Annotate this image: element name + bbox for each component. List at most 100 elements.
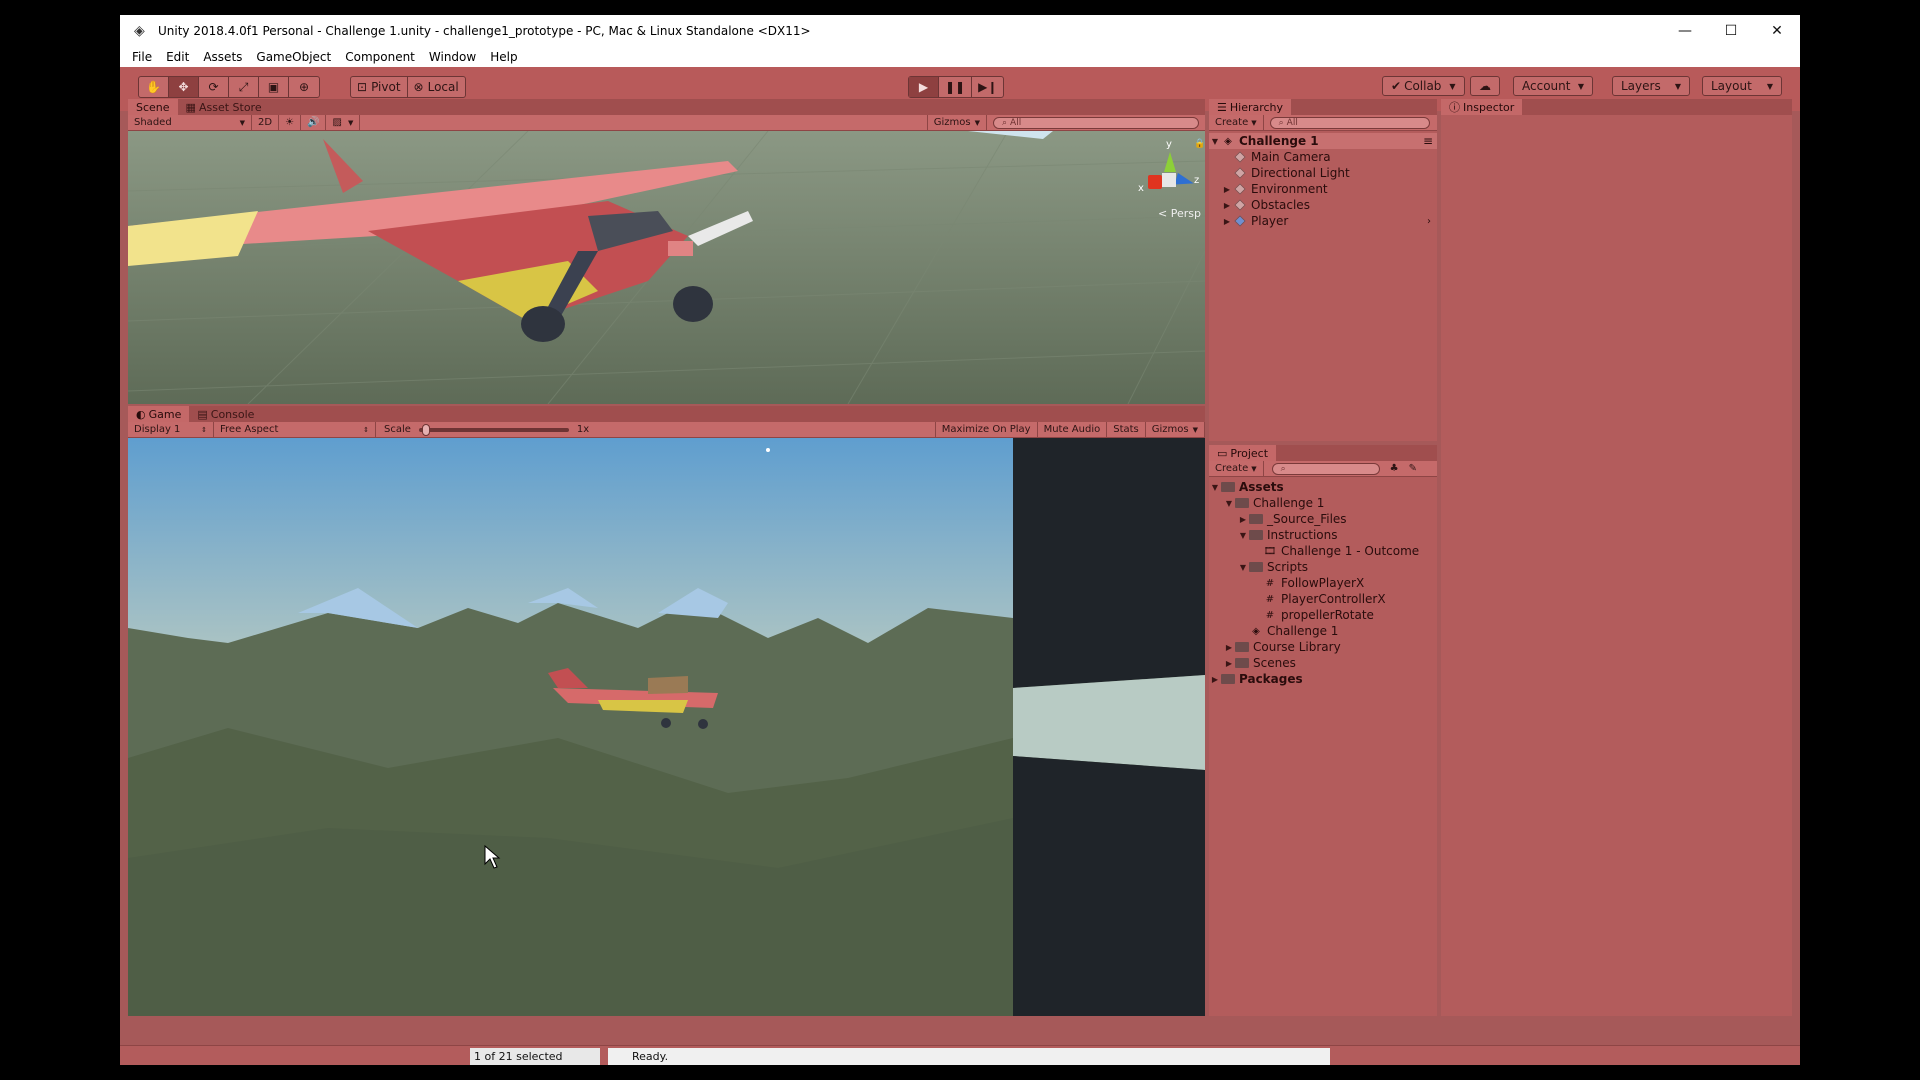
project-row-scenes[interactable]: ▶ Scenes bbox=[1209, 655, 1437, 671]
rotate-tool-button[interactable]: ⟳ bbox=[199, 77, 229, 97]
tab-inspector[interactable]: ⓘ Inspector bbox=[1441, 99, 1523, 115]
project-row-label: Scenes bbox=[1253, 656, 1296, 670]
hierarchy-search-input[interactable]: ⌕ All bbox=[1269, 116, 1430, 129]
maximize-button[interactable]: ☐ bbox=[1708, 15, 1754, 47]
expand-arrow-icon[interactable]: ▼ bbox=[1209, 137, 1221, 146]
expand-arrow-icon[interactable]: ▶ bbox=[1237, 515, 1249, 524]
effects-dropdown[interactable]: ▨ ▼ bbox=[326, 115, 361, 130]
account-dropdown[interactable]: Account ▼ bbox=[1513, 76, 1593, 96]
move-tool-button[interactable]: ✥ bbox=[169, 77, 199, 97]
scene-search-input[interactable]: ⌕ All bbox=[993, 116, 1199, 129]
project-search-input[interactable]: ⌕ bbox=[1271, 462, 1380, 475]
layers-dropdown[interactable]: Layers ▼ bbox=[1612, 76, 1690, 96]
hierarchy-item-directional-light[interactable]: Directional Light bbox=[1209, 165, 1437, 181]
expand-arrow-icon[interactable]: ▶ bbox=[1221, 217, 1233, 226]
mute-audio-toggle[interactable]: Mute Audio bbox=[1038, 422, 1108, 437]
menu-assets[interactable]: Assets bbox=[203, 50, 242, 64]
hierarchy-scene-row[interactable]: ▼ ◈ Challenge 1 ≡ bbox=[1209, 133, 1437, 149]
filter-label-icon[interactable]: ✎ bbox=[1409, 463, 1417, 474]
transform-tool-button[interactable]: ⊕ bbox=[289, 77, 319, 97]
cloud-button[interactable]: ☁ bbox=[1470, 76, 1500, 96]
expand-arrow-icon[interactable]: ▶ bbox=[1223, 659, 1235, 668]
filter-type-icon[interactable]: ♣ bbox=[1390, 463, 1399, 474]
hand-icon: ✋ bbox=[146, 80, 161, 94]
tab-project[interactable]: ▭ Project bbox=[1209, 445, 1277, 461]
hierarchy-item-player[interactable]: ▶ Player › bbox=[1209, 213, 1437, 229]
hierarchy-tabbar: ☰ Hierarchy bbox=[1209, 99, 1437, 115]
hierarchy-item-environment[interactable]: ▶ Environment bbox=[1209, 181, 1437, 197]
menu-component[interactable]: Component bbox=[345, 50, 415, 64]
scene-menu-icon[interactable]: ≡ bbox=[1423, 134, 1433, 148]
expand-arrow-icon[interactable]: ▼ bbox=[1237, 531, 1249, 540]
gizmo-x-cone[interactable] bbox=[1148, 175, 1162, 189]
project-row-scripts[interactable]: ▼ Scripts bbox=[1209, 559, 1437, 575]
scale-tool-button[interactable]: ⤢ bbox=[229, 77, 259, 97]
shading-dropdown[interactable]: Shaded ▼ bbox=[128, 115, 252, 130]
close-button[interactable]: ✕ bbox=[1754, 15, 1800, 47]
local-button[interactable]: ⊗ Local bbox=[408, 77, 465, 97]
step-button[interactable]: ▶❙ bbox=[972, 77, 1003, 97]
scene-viewport[interactable]: 🔒 y x z < Persp bbox=[128, 131, 1205, 404]
tab-asset-store[interactable]: ▦ Asset Store bbox=[178, 99, 270, 115]
gizmo-z-cone[interactable] bbox=[1174, 172, 1196, 190]
project-row-scene[interactable]: ◈ Challenge 1 bbox=[1209, 623, 1437, 639]
menu-edit[interactable]: Edit bbox=[166, 50, 189, 64]
stats-toggle[interactable]: Stats bbox=[1107, 422, 1146, 437]
rect-tool-button[interactable]: ▣ bbox=[259, 77, 289, 97]
maximize-on-play-toggle[interactable]: Maximize On Play bbox=[934, 422, 1038, 437]
project-row-challenge1[interactable]: ▼ Challenge 1 bbox=[1209, 495, 1437, 511]
project-row-assets[interactable]: ▼ Assets bbox=[1209, 479, 1437, 495]
aspect-dropdown[interactable]: Free Aspect ⇕ bbox=[214, 422, 376, 437]
pivot-button[interactable]: ⊡ Pivot bbox=[351, 77, 408, 97]
lock-icon[interactable]: 🔒 bbox=[1194, 139, 1205, 149]
pause-button[interactable]: ❚❚ bbox=[939, 77, 973, 97]
menu-file[interactable]: File bbox=[132, 50, 152, 64]
expand-arrow-icon[interactable]: ▶ bbox=[1221, 201, 1233, 210]
menu-help[interactable]: Help bbox=[490, 50, 517, 64]
project-create-dropdown[interactable]: Create ▼ bbox=[1209, 461, 1264, 476]
expand-arrow-icon[interactable]: ▶ bbox=[1209, 675, 1221, 684]
expand-arrow-icon[interactable]: ▼ bbox=[1223, 499, 1235, 508]
scale-slider-thumb[interactable] bbox=[421, 423, 430, 436]
minimize-button[interactable]: — bbox=[1662, 15, 1708, 47]
hierarchy-item-main-camera[interactable]: Main Camera bbox=[1209, 149, 1437, 165]
layout-dropdown[interactable]: Layout ▼ bbox=[1702, 76, 1782, 96]
lighting-toggle[interactable]: ☀ bbox=[279, 115, 302, 130]
expand-arrow-icon[interactable]: ▼ bbox=[1237, 563, 1249, 572]
persp-label[interactable]: < Persp bbox=[1158, 207, 1201, 220]
tab-console[interactable]: ▤ Console bbox=[189, 406, 262, 422]
menu-window[interactable]: Window bbox=[429, 50, 476, 64]
scale-slider[interactable] bbox=[418, 423, 569, 436]
chevron-right-icon[interactable]: › bbox=[1427, 216, 1431, 227]
gizmo-y-cone[interactable] bbox=[1164, 152, 1176, 172]
gizmo-center[interactable] bbox=[1162, 173, 1176, 187]
tab-hierarchy[interactable]: ☰ Hierarchy bbox=[1209, 99, 1292, 115]
scene-gizmos-dropdown[interactable]: Gizmos ▼ bbox=[926, 115, 987, 130]
game-gizmos-dropdown[interactable]: Gizmos ▼ bbox=[1146, 422, 1205, 437]
project-row-outcome[interactable]: 🎞 Challenge 1 - Outcome bbox=[1209, 543, 1437, 559]
game-viewport[interactable] bbox=[128, 438, 1205, 1016]
orientation-gizmo[interactable]: 🔒 y x z < Persp bbox=[1138, 139, 1205, 220]
menu-gameobject[interactable]: GameObject bbox=[256, 50, 331, 64]
project-row-source-files[interactable]: ▶ _Source_Files bbox=[1209, 511, 1437, 527]
collab-dropdown[interactable]: ✔ Collab ▼ bbox=[1382, 76, 1465, 96]
project-row-course-library[interactable]: ▶ Course Library bbox=[1209, 639, 1437, 655]
hand-tool-button[interactable]: ✋ bbox=[139, 77, 169, 97]
expand-arrow-icon[interactable]: ▶ bbox=[1223, 643, 1235, 652]
hierarchy-create-dropdown[interactable]: Create ▼ bbox=[1209, 115, 1264, 130]
project-row-script[interactable]: # FollowPlayerX bbox=[1209, 575, 1437, 591]
hierarchy-item-obstacles[interactable]: ▶ Obstacles bbox=[1209, 197, 1437, 213]
tab-game[interactable]: ◐ Game bbox=[128, 406, 190, 422]
play-button[interactable]: ▶ bbox=[909, 77, 939, 97]
display-dropdown[interactable]: Display 1 ⇕ bbox=[128, 422, 214, 437]
project-row-script[interactable]: # propellerRotate bbox=[1209, 607, 1437, 623]
console-status-message[interactable]: Ready. bbox=[608, 1048, 1330, 1065]
tab-scene[interactable]: Scene bbox=[128, 99, 178, 115]
2d-toggle[interactable]: 2D bbox=[252, 115, 280, 130]
project-row-script[interactable]: # PlayerControllerX bbox=[1209, 591, 1437, 607]
audio-toggle[interactable]: 🔊 bbox=[301, 115, 327, 130]
project-row-instructions[interactable]: ▼ Instructions bbox=[1209, 527, 1437, 543]
project-row-packages[interactable]: ▶ Packages bbox=[1209, 671, 1437, 687]
expand-arrow-icon[interactable]: ▼ bbox=[1209, 483, 1221, 492]
expand-arrow-icon[interactable]: ▶ bbox=[1221, 185, 1233, 194]
